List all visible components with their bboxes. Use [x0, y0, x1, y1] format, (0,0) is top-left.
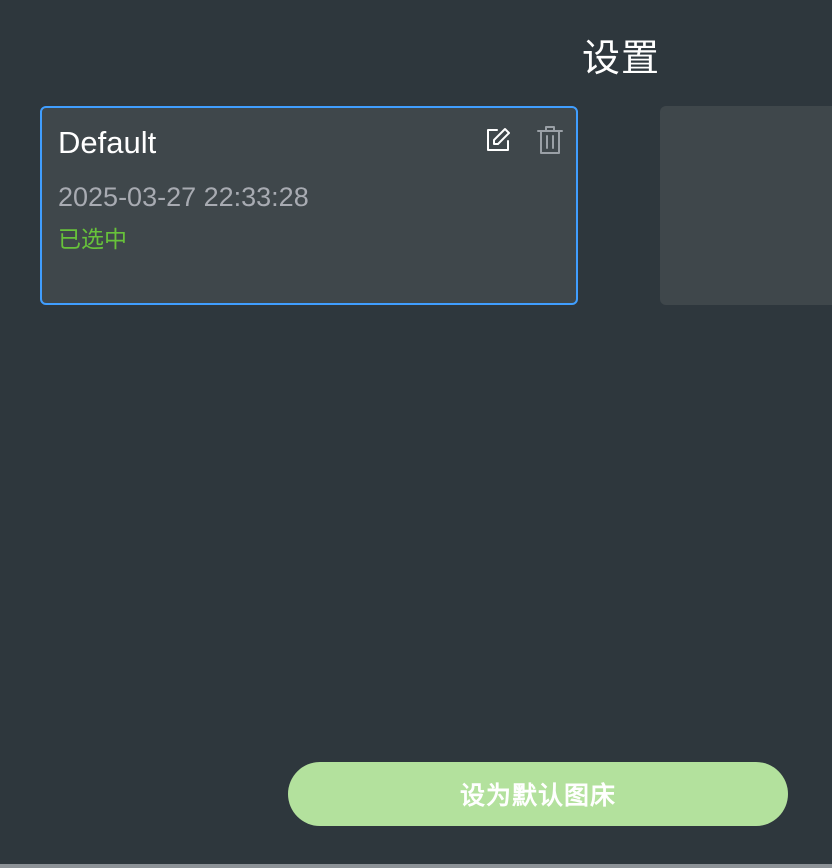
config-selected-status: 已选中: [58, 227, 127, 253]
edit-icon: [487, 128, 510, 151]
config-card-default[interactable]: Default 2025-03-27 22:33:28 已选中: [40, 106, 578, 305]
bottom-divider: [0, 864, 832, 868]
config-name: Default: [58, 125, 157, 160]
trash-icon: [537, 126, 563, 154]
config-created-date: 2025-03-27 22:33:28: [58, 182, 309, 212]
config-card-placeholder[interactable]: [660, 106, 832, 305]
delete-config-button[interactable]: [534, 124, 566, 156]
set-default-button[interactable]: 设为默认图床: [288, 762, 788, 826]
edit-config-button[interactable]: [482, 124, 514, 156]
page-title: 设置: [582, 36, 661, 80]
